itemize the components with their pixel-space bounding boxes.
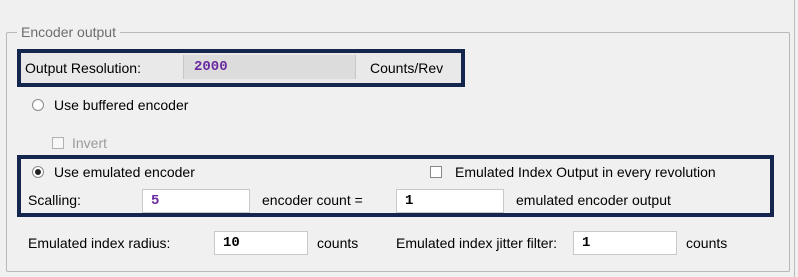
emulated-index-jitter-filter-label: Emulated index jitter filter: bbox=[396, 235, 558, 251]
emulated-index-jitter-filter-input[interactable]: 1 bbox=[573, 231, 677, 255]
encoder-count-input[interactable]: 1 bbox=[396, 189, 504, 213]
group-title: Encoder output bbox=[17, 24, 120, 41]
scaling-label: Scalling: bbox=[28, 192, 81, 208]
scaling-input[interactable]: 5 bbox=[142, 189, 250, 213]
emulated-index-every-revolution-checkbox[interactable] bbox=[430, 166, 442, 178]
panel-right-border bbox=[794, 0, 795, 277]
output-resolution-unit: Counts/Rev bbox=[370, 60, 444, 76]
output-resolution-label: Output Resolution: bbox=[25, 60, 141, 76]
encoder-count-label: encoder count = bbox=[262, 192, 363, 208]
invert-checkbox[interactable] bbox=[52, 137, 64, 149]
emulated-encoder-output-label: emulated encoder output bbox=[516, 192, 671, 208]
emulated-index-radius-input[interactable]: 10 bbox=[214, 231, 308, 255]
emulated-index-jitter-filter-unit: counts bbox=[686, 235, 728, 251]
emulated-index-radius-label: Emulated index radius: bbox=[28, 235, 171, 251]
output-resolution-value: 2000 bbox=[183, 55, 356, 79]
emulated-index-every-revolution-label[interactable]: Emulated Index Output in every revolutio… bbox=[455, 164, 768, 181]
use-emulated-encoder-label[interactable]: Use emulated encoder bbox=[54, 164, 195, 181]
use-emulated-encoder-radio[interactable] bbox=[32, 166, 44, 178]
invert-label: Invert bbox=[72, 135, 108, 151]
emulated-index-radius-unit: counts bbox=[317, 235, 359, 251]
use-buffered-encoder-label[interactable]: Use buffered encoder bbox=[54, 97, 188, 114]
use-buffered-encoder-radio[interactable] bbox=[32, 99, 44, 111]
